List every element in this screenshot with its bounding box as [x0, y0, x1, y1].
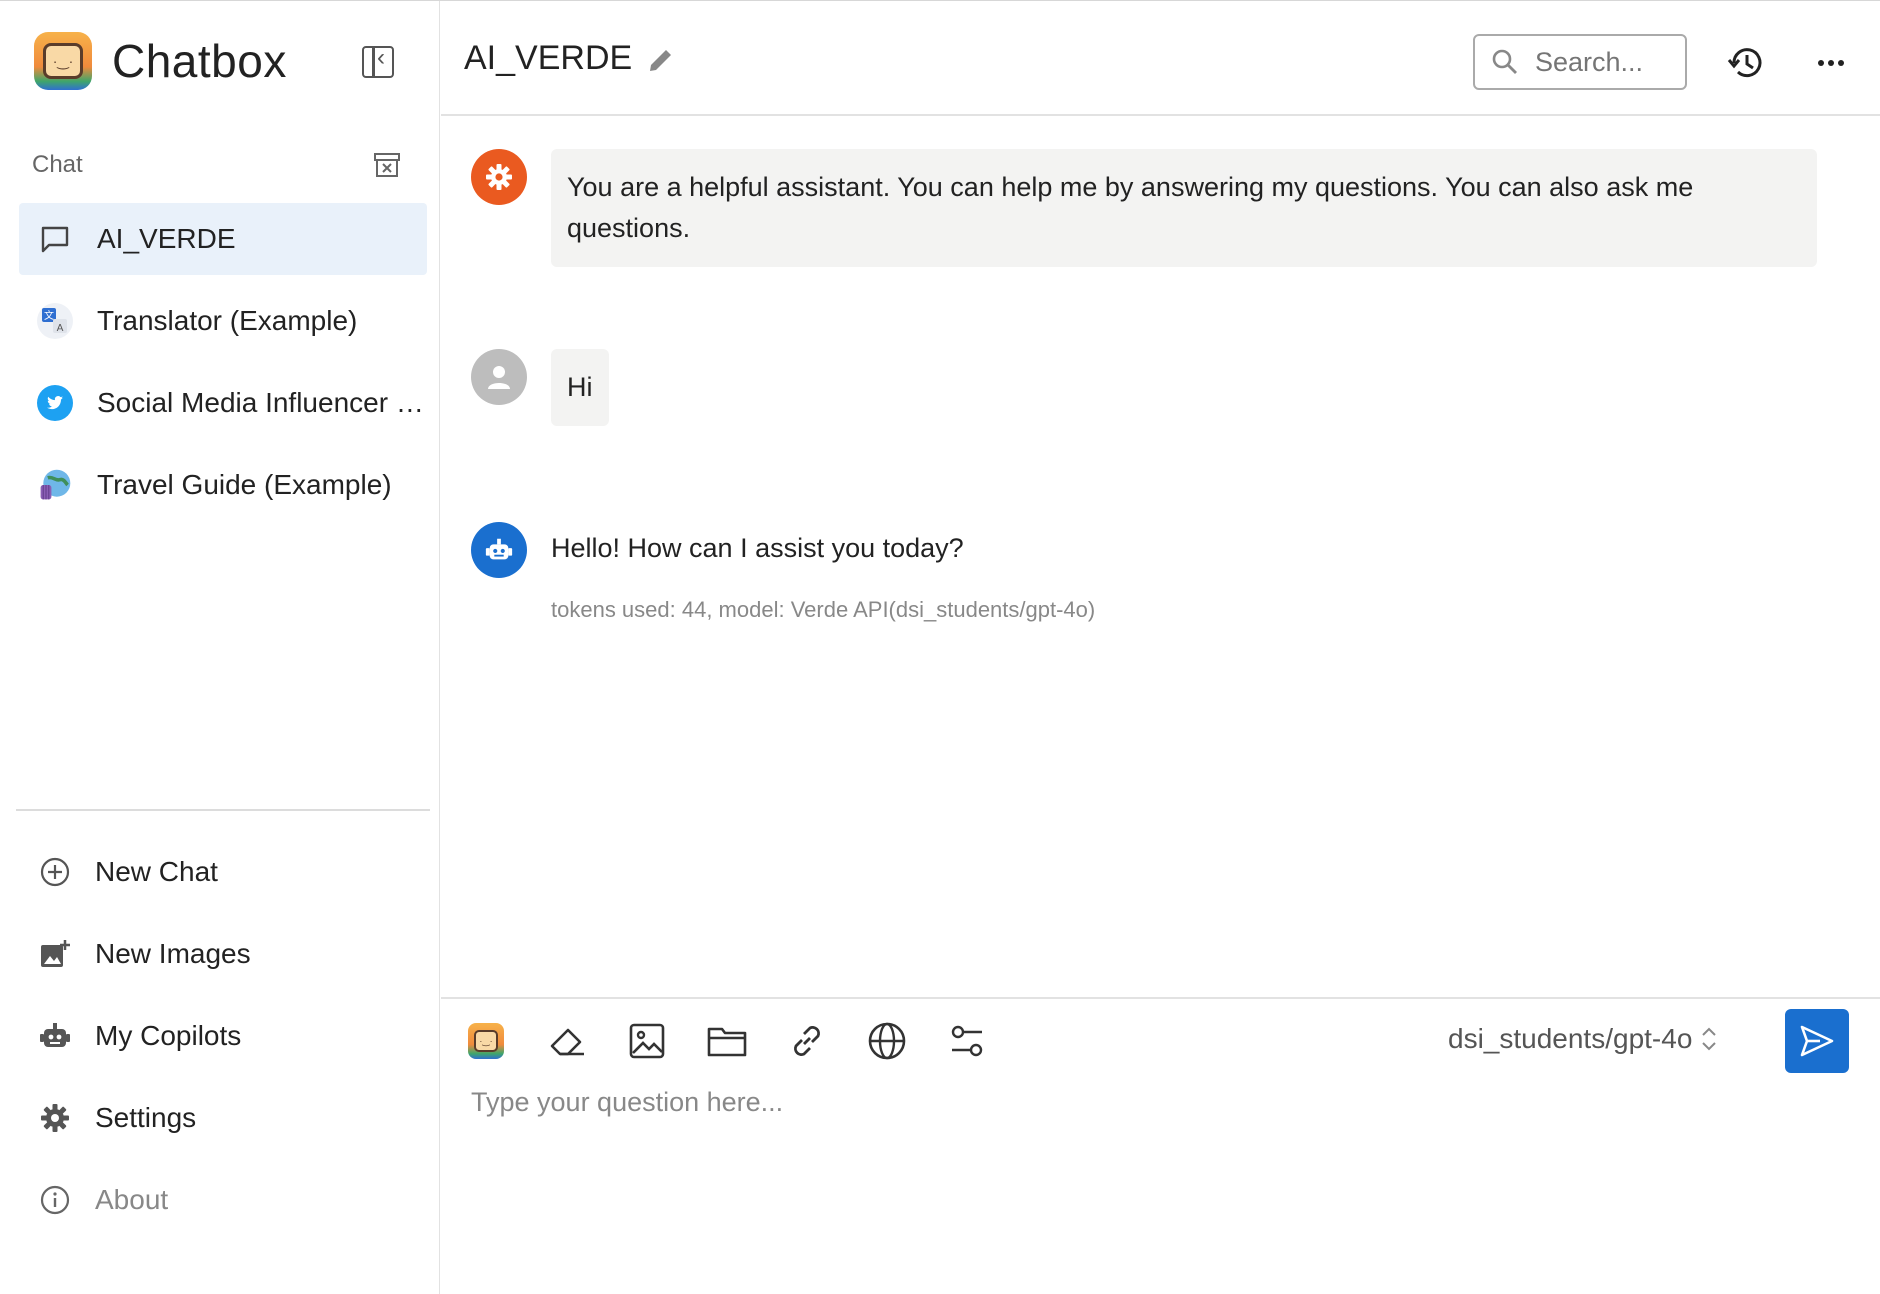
search-input[interactable] — [1535, 46, 1685, 78]
chat-item-translator[interactable]: 文A Translator (Example) — [19, 285, 427, 357]
model-select[interactable]: dsi_students/gpt-4o — [1448, 1023, 1720, 1055]
settings-sliders-icon[interactable] — [945, 1019, 989, 1063]
twitter-bird-icon — [37, 385, 73, 421]
message-list: You are a helpful assistant. You can hel… — [441, 117, 1880, 997]
message-text: Hi — [551, 349, 609, 426]
app-window: ·‿· Chatbox Chat AI_VERDE 文A Translator … — [0, 0, 1880, 1294]
link-icon[interactable] — [785, 1019, 829, 1063]
my-copilots-button[interactable]: My Copilots — [37, 995, 427, 1077]
copilot-picker-icon[interactable]: ·‿· — [464, 1019, 508, 1063]
chat-item-label: Social Media Influencer … — [97, 387, 424, 418]
sidebar-nav: New Chat New Images My Copilots Settings — [37, 831, 427, 1241]
robot-icon — [37, 1018, 73, 1054]
collapse-sidebar-icon[interactable] — [362, 44, 394, 78]
chat-item-travel-guide[interactable]: Travel Guide (Example) — [19, 449, 427, 521]
brand-title: Chatbox — [112, 35, 287, 87]
web-search-icon[interactable] — [865, 1019, 909, 1063]
chat-item-social-media[interactable]: Social Media Influencer … — [19, 367, 427, 439]
search-icon — [1492, 49, 1517, 74]
conversation-title: AI_VERDE — [464, 39, 633, 77]
history-icon[interactable] — [1726, 43, 1766, 83]
settings-button[interactable]: Settings — [37, 1077, 427, 1159]
send-button[interactable] — [1785, 1009, 1849, 1073]
nav-label: About — [95, 1184, 169, 1215]
section-label: Chat — [32, 151, 83, 178]
main-panel: AI_VERDE You are a helpful assistant. Yo… — [441, 1, 1880, 1294]
chatbox-logo-icon: ·‿· — [34, 32, 92, 90]
gear-avatar-icon — [471, 149, 527, 205]
plus-circle-icon — [37, 854, 73, 890]
edit-title-icon[interactable] — [646, 45, 676, 75]
about-button[interactable]: About — [37, 1159, 427, 1241]
question-input[interactable] — [471, 1087, 1851, 1267]
svg-text:文: 文 — [44, 309, 54, 322]
nav-label: My Copilots — [95, 1020, 242, 1051]
sidebar-divider — [16, 809, 430, 811]
brand: ·‿· Chatbox — [34, 31, 287, 91]
nav-label: Settings — [95, 1102, 197, 1133]
nav-label: New Images — [95, 938, 251, 969]
gear-icon — [37, 1100, 73, 1136]
chat-item-label: Translator (Example) — [97, 305, 358, 336]
assistant-reply: Hello! How can I assist you today? token… — [551, 522, 1095, 630]
model-name: dsi_students/gpt-4o — [1448, 1023, 1693, 1054]
clear-conversations-icon[interactable] — [373, 151, 401, 179]
user-message: Hi — [471, 349, 609, 426]
chevron-up-down-icon — [1702, 1027, 1717, 1051]
message-meta: tokens used: 44, model: Verde API(dsi_st… — [551, 597, 1096, 622]
chat-item-label: AI_VERDE — [97, 223, 236, 254]
more-options-icon[interactable] — [1811, 43, 1851, 83]
message-text: You are a helpful assistant. You can hel… — [551, 149, 1817, 267]
new-chat-button[interactable]: New Chat — [37, 831, 427, 913]
message-text: Hello! How can I assist you today? — [551, 533, 964, 563]
chat-item-ai-verde[interactable]: AI_VERDE — [19, 203, 427, 275]
globe-icon — [37, 467, 73, 503]
chat-item-label: Travel Guide (Example) — [97, 469, 392, 500]
svg-text:A: A — [57, 323, 64, 334]
add-image-icon — [37, 936, 73, 972]
system-message: You are a helpful assistant. You can hel… — [471, 149, 1817, 267]
translate-icon: 文A — [37, 303, 73, 339]
chat-bubble-icon — [37, 221, 73, 257]
sidebar: ·‿· Chatbox Chat AI_VERDE 文A Translator … — [0, 1, 440, 1294]
robot-avatar-icon — [471, 522, 527, 578]
topbar: AI_VERDE — [441, 1, 1880, 116]
search-box[interactable] — [1473, 34, 1687, 90]
composer: ·‿· dsi_students/gpt-4o — [441, 997, 1880, 1294]
info-icon — [37, 1182, 73, 1218]
chat-list: AI_VERDE 文A Translator (Example) Social … — [19, 203, 427, 531]
new-images-button[interactable]: New Images — [37, 913, 427, 995]
eraser-icon[interactable] — [545, 1019, 589, 1063]
assistant-message: Hello! How can I assist you today? token… — [471, 522, 1095, 630]
nav-label: New Chat — [95, 856, 218, 887]
send-icon — [1800, 1025, 1834, 1057]
user-avatar-icon — [471, 349, 527, 405]
folder-icon[interactable] — [705, 1019, 749, 1063]
image-icon[interactable] — [625, 1019, 669, 1063]
